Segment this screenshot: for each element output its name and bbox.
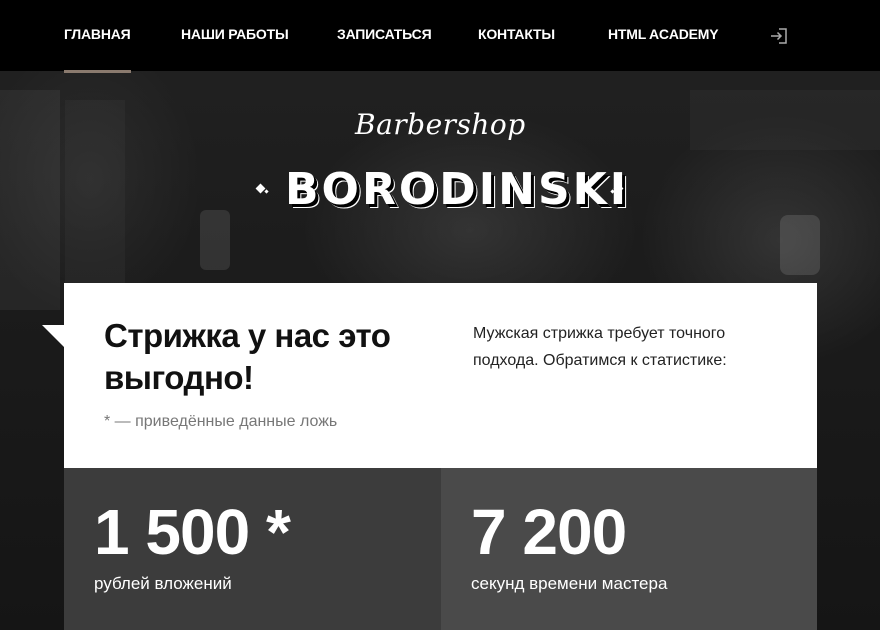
stat-label: рублей вложений: [94, 574, 232, 593]
nav-item-html-academy[interactable]: HTML ACADEMY: [608, 26, 719, 71]
main-nav: ГЛАВНАЯ НАШИ РАБОТЫ ЗАПИСАТЬСЯ КОНТАКТЫ …: [0, 0, 880, 73]
nav-item-home[interactable]: ГЛАВНАЯ: [64, 26, 131, 73]
intro-title: Стрижка у нас это выгодно!: [104, 317, 391, 396]
nav-item-contacts[interactable]: КОНТАКТЫ: [478, 26, 555, 71]
logo-script: Barbershop: [355, 108, 526, 141]
stat-value: 7 200: [471, 496, 627, 568]
stat-investment: 1 500 * рублей вложений: [64, 468, 441, 630]
login-icon[interactable]: [770, 27, 788, 45]
nav-item-works[interactable]: НАШИ РАБОТЫ: [181, 26, 289, 71]
stat-label: секунд времени мастера: [471, 574, 668, 593]
card-tab-decoration: [42, 325, 64, 347]
diamond-icon: [610, 181, 626, 197]
logo-title: BORODINSKI: [285, 164, 630, 215]
nav-item-signup[interactable]: ЗАПИСАТЬСЯ: [337, 26, 432, 71]
stat-master-time: 7 200 секунд времени мастера: [441, 468, 817, 630]
intro-text: Мужская стрижка требует точного подхода.…: [473, 325, 727, 369]
diamond-icon: [253, 181, 269, 197]
intro-note: * — приведённые данные ложь: [104, 413, 338, 430]
stat-value: 1 500 *: [94, 496, 291, 568]
